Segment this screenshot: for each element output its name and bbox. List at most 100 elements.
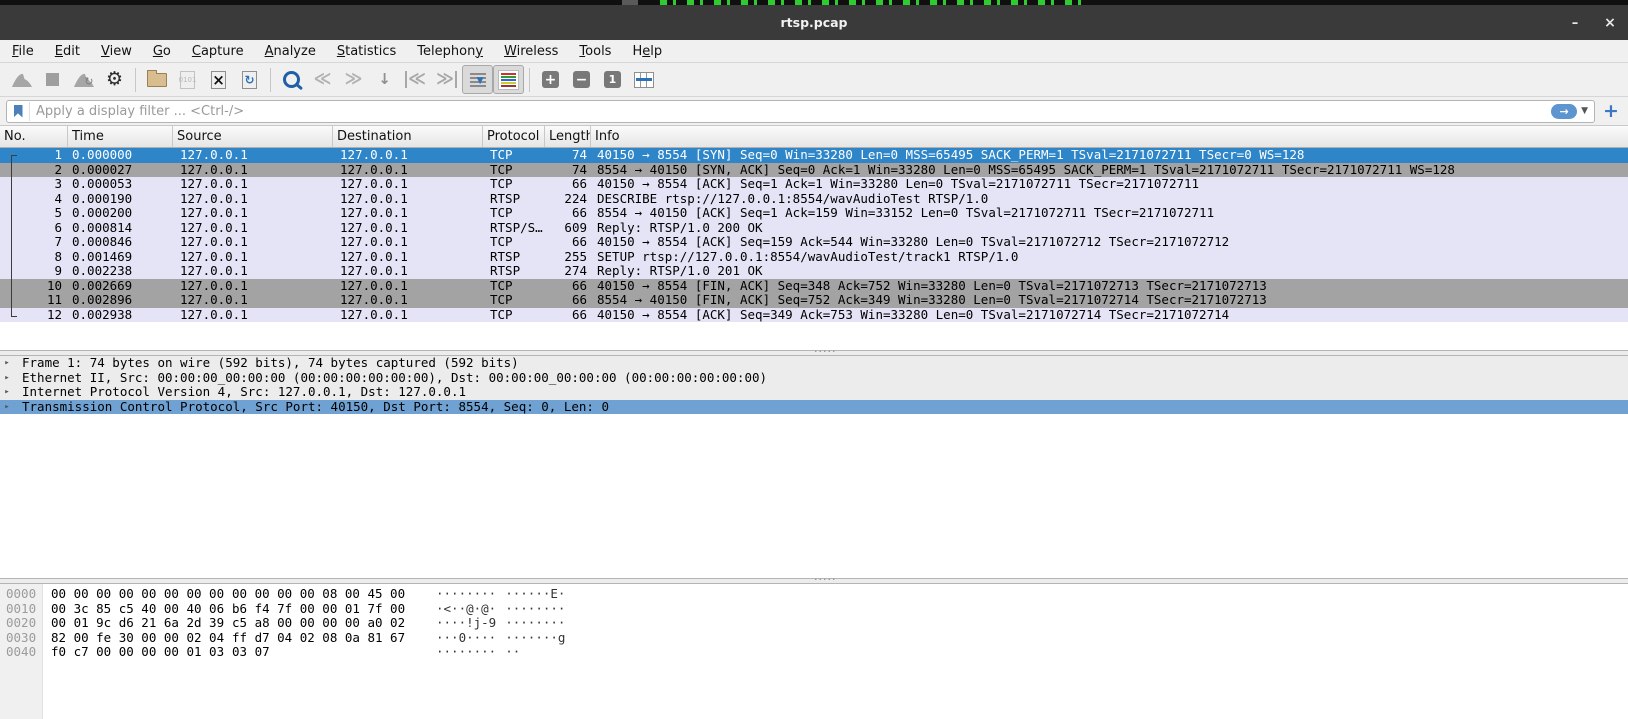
filter-dropdown-icon[interactable]: ▼ bbox=[1581, 106, 1588, 116]
cell-info: DESCRIBE rtsp://127.0.0.1:8554/wavAudioT… bbox=[591, 192, 1628, 207]
packet-row[interactable]: 30.000053127.0.0.1127.0.0.1TCP6640150 → … bbox=[0, 177, 1628, 192]
cell-time: 0.001469 bbox=[68, 250, 173, 265]
close-file-button[interactable]: × bbox=[203, 65, 234, 94]
reload-file-button[interactable]: ↻ bbox=[234, 65, 265, 94]
colorize-packets-button[interactable] bbox=[493, 65, 524, 94]
zoom-in-button[interactable]: + bbox=[535, 65, 566, 94]
packet-row[interactable]: 80.001469127.0.0.1127.0.0.1RTSP255SETUP … bbox=[0, 250, 1628, 265]
hex-row[interactable]: 000000 00 00 00 00 00 00 0000 00 00 00 0… bbox=[0, 587, 1628, 602]
filter-bookmark-icon[interactable] bbox=[7, 102, 30, 121]
menu-capture[interactable]: Capture bbox=[192, 44, 244, 59]
open-file-button[interactable] bbox=[141, 65, 172, 94]
packet-row[interactable]: 110.002896127.0.0.1127.0.0.1TCP668554 → … bbox=[0, 293, 1628, 308]
detail-row[interactable]: ▸Transmission Control Protocol, Src Port… bbox=[0, 400, 1628, 415]
menu-edit[interactable]: Edit bbox=[55, 44, 80, 59]
packet-row[interactable]: 90.002238127.0.0.1127.0.0.1RTSP274Reply:… bbox=[0, 264, 1628, 279]
column-header-time[interactable]: Time bbox=[68, 126, 173, 147]
expand-arrow-icon[interactable]: ▸ bbox=[0, 385, 14, 400]
go-first-packet-button[interactable]: ≪ bbox=[400, 65, 431, 94]
cell-destination: 127.0.0.1 bbox=[333, 308, 483, 323]
packet-row[interactable]: 50.000200127.0.0.1127.0.0.1TCP668554 → 4… bbox=[0, 206, 1628, 221]
expand-arrow-icon[interactable]: ▸ bbox=[0, 400, 14, 415]
column-header-protocol[interactable]: Protocol bbox=[483, 126, 545, 147]
menu-go[interactable]: Go bbox=[153, 44, 171, 59]
go-back-button[interactable]: ≪ bbox=[307, 65, 338, 94]
hex-bytes-left: 00 01 9c d6 21 6a 2d 39 bbox=[51, 616, 221, 631]
hex-bytes-right: 00 00 00 00 08 00 45 00 bbox=[232, 587, 402, 602]
hex-ascii-right: ······E· bbox=[505, 587, 565, 602]
detail-row[interactable]: ▸Internet Protocol Version 4, Src: 127.0… bbox=[0, 385, 1628, 400]
packet-row[interactable]: 100.002669127.0.0.1127.0.0.1TCP6640150 →… bbox=[0, 279, 1628, 294]
cell-source: 127.0.0.1 bbox=[173, 250, 333, 265]
zoom-out-icon: − bbox=[573, 71, 590, 88]
menu-analyze[interactable]: Analyze bbox=[265, 44, 316, 59]
cell-source: 127.0.0.1 bbox=[173, 177, 333, 192]
stop-capture-icon bbox=[46, 73, 59, 86]
open-file-icon bbox=[147, 73, 167, 87]
menu-telephony[interactable]: Telephony bbox=[417, 44, 483, 59]
go-last-packet-button[interactable]: ≫ bbox=[431, 65, 462, 94]
capture-options-button[interactable]: ⚙ bbox=[99, 65, 130, 94]
start-capture-button[interactable] bbox=[6, 65, 37, 94]
display-filter-input[interactable] bbox=[30, 104, 1551, 119]
column-header-source[interactable]: Source bbox=[173, 126, 333, 147]
add-filter-button[interactable]: + bbox=[1603, 102, 1619, 121]
hex-row[interactable]: 0040f0 c7 00 00 00 00 01 0303 07········… bbox=[0, 645, 1628, 660]
go-forward-button[interactable]: ≫ bbox=[338, 65, 369, 94]
cell-protocol: TCP bbox=[483, 308, 545, 323]
cell-destination: 127.0.0.1 bbox=[333, 221, 483, 236]
cell-length: 609 bbox=[545, 221, 591, 236]
cell-no: 8 bbox=[0, 250, 68, 265]
menu-statistics[interactable]: Statistics bbox=[337, 44, 396, 59]
cell-protocol: TCP bbox=[483, 293, 545, 308]
packet-row[interactable]: 40.000190127.0.0.1127.0.0.1RTSP224DESCRI… bbox=[0, 192, 1628, 207]
find-packet-button[interactable] bbox=[276, 65, 307, 94]
expand-arrow-icon[interactable]: ▸ bbox=[0, 356, 14, 371]
apply-filter-button[interactable]: → bbox=[1551, 104, 1577, 119]
packet-row[interactable]: 10.000000127.0.0.1127.0.0.1TCP7440150 → … bbox=[0, 148, 1628, 163]
cell-source: 127.0.0.1 bbox=[173, 148, 333, 163]
menu-tools[interactable]: Tools bbox=[579, 44, 611, 59]
hex-ascii-right: ·······g bbox=[505, 631, 565, 646]
packet-row[interactable]: 120.002938127.0.0.1127.0.0.1TCP6640150 →… bbox=[0, 308, 1628, 323]
expand-arrow-icon[interactable]: ▸ bbox=[0, 371, 14, 386]
menu-view[interactable]: View bbox=[101, 44, 132, 59]
cell-info: 40150 → 8554 [ACK] Seq=1 Ack=1 Win=33280… bbox=[591, 177, 1628, 192]
hex-row[interactable]: 001000 3c 85 c5 40 00 40 06b6 f4 7f 00 0… bbox=[0, 602, 1628, 617]
hex-ascii-right: ········ bbox=[505, 616, 565, 631]
go-to-packet-button[interactable]: ↓ bbox=[369, 65, 400, 94]
restart-capture-icon: ↻ bbox=[73, 71, 95, 88]
menu-help[interactable]: Help bbox=[632, 44, 662, 59]
column-header-length[interactable]: Length bbox=[545, 126, 591, 147]
cell-destination: 127.0.0.1 bbox=[333, 293, 483, 308]
hex-offset: 0000 bbox=[0, 587, 42, 602]
column-header-no[interactable]: No. bbox=[0, 126, 68, 147]
menu-file[interactable]: File bbox=[12, 44, 34, 59]
save-file-button[interactable]: 0101 bbox=[172, 65, 203, 94]
detail-row[interactable]: ▸Frame 1: 74 bytes on wire (592 bits), 7… bbox=[0, 356, 1628, 371]
cell-no: 6 bbox=[0, 221, 68, 236]
cell-protocol: TCP bbox=[483, 279, 545, 294]
zoom-out-button[interactable]: − bbox=[566, 65, 597, 94]
hex-row[interactable]: 002000 01 9c d6 21 6a 2d 39c5 a8 00 00 0… bbox=[0, 616, 1628, 631]
stop-capture-button[interactable] bbox=[37, 65, 68, 94]
hex-row[interactable]: 003082 00 fe 30 00 00 02 04ff d7 04 02 0… bbox=[0, 631, 1628, 646]
packet-row[interactable]: 20.000027127.0.0.1127.0.0.1TCP748554 → 4… bbox=[0, 163, 1628, 178]
column-header-destination[interactable]: Destination bbox=[333, 126, 483, 147]
packet-row[interactable]: 60.000814127.0.0.1127.0.0.1RTSP/S…609Rep… bbox=[0, 221, 1628, 236]
zoom-original-button[interactable]: 1 bbox=[597, 65, 628, 94]
restart-capture-button[interactable]: ↻ bbox=[68, 65, 99, 94]
detail-row[interactable]: ▸Ethernet II, Src: 00:00:00_00:00:00 (00… bbox=[0, 371, 1628, 386]
close-button[interactable]: × bbox=[1601, 14, 1619, 32]
cell-length: 274 bbox=[545, 264, 591, 279]
packet-row[interactable]: 70.000846127.0.0.1127.0.0.1TCP6640150 → … bbox=[0, 235, 1628, 250]
cell-time: 0.000000 bbox=[68, 148, 173, 163]
auto-scroll-button[interactable]: ▼ bbox=[462, 65, 493, 94]
hex-offset: 0040 bbox=[0, 645, 42, 660]
column-header-info[interactable]: Info bbox=[591, 126, 1628, 147]
go-first-packet-icon: ≪ bbox=[405, 71, 426, 88]
menu-wireless[interactable]: Wireless bbox=[504, 44, 558, 59]
minimize-button[interactable]: – bbox=[1566, 14, 1584, 32]
close-file-icon: × bbox=[211, 71, 226, 89]
resize-columns-button[interactable] bbox=[628, 65, 659, 94]
